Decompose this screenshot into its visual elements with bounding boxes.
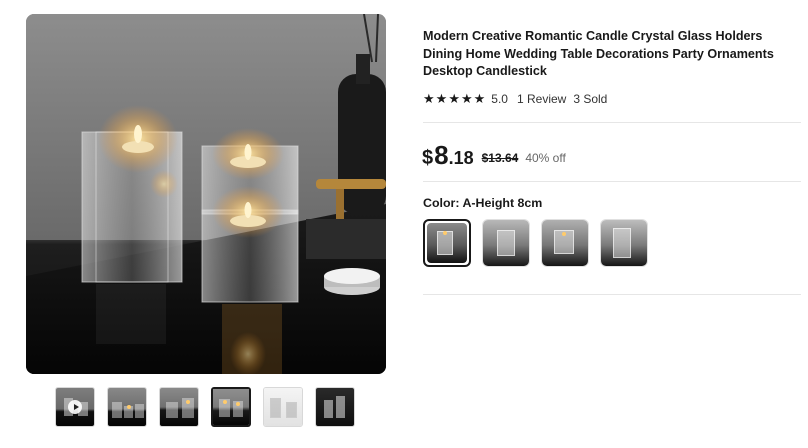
thumbnail-image[interactable] (315, 387, 355, 427)
rating-stars: ★ ★ ★ ★ ★ (423, 92, 485, 106)
star-icon: ★ (423, 91, 435, 106)
divider (423, 181, 801, 182)
divider (423, 122, 801, 123)
color-option[interactable] (482, 219, 530, 267)
candle-holders-photo (26, 14, 386, 374)
thumbnail-strip (55, 387, 355, 427)
rating-row: ★ ★ ★ ★ ★ 5.0 1 Review 3 Sold (423, 92, 608, 107)
color-option[interactable] (541, 219, 589, 267)
color-option[interactable] (600, 219, 648, 267)
divider (423, 294, 801, 295)
sold-count: 3 Sold (573, 92, 608, 106)
product-title: Modern Creative Romantic Candle Crystal … (423, 29, 774, 78)
play-icon (68, 400, 82, 414)
color-option-selected[interactable] (423, 219, 471, 267)
price-integer: 8 (434, 140, 449, 170)
star-icon: ★ (460, 91, 473, 106)
star-icon: ★ (435, 91, 448, 106)
color-label: Color: A-Height 8cm (423, 196, 543, 210)
star-icon: ★ (448, 91, 460, 106)
price-row: $ 8 .18 $13.64 40% off (422, 140, 566, 171)
color-swatches (423, 219, 648, 267)
price-currency: $ (422, 147, 434, 169)
thumbnail-image[interactable] (159, 387, 199, 427)
thumbnail-image[interactable] (107, 387, 147, 427)
review-count-link[interactable]: 1 Review (517, 92, 566, 106)
thumbnail-image-selected[interactable] (211, 387, 251, 427)
thumbnail-image[interactable] (263, 387, 303, 427)
original-price: $13.64 (481, 151, 519, 165)
rating-score: 5.0 (491, 92, 508, 106)
main-product-image[interactable] (26, 14, 386, 374)
price-decimal: .18 (448, 148, 474, 168)
star-icon: ★ (473, 91, 486, 106)
discount-badge: 40% off (525, 151, 566, 165)
thumbnail-video[interactable] (55, 387, 95, 427)
